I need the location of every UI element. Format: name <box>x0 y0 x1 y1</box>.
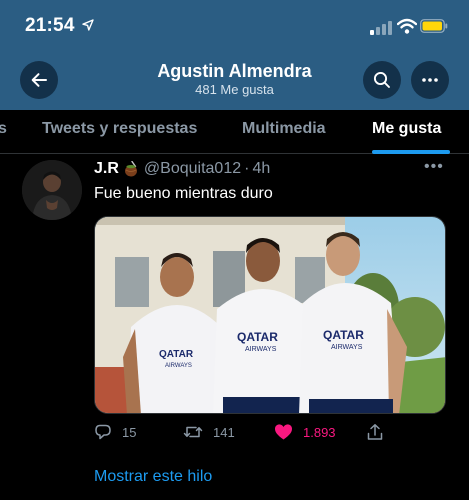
more-options-button[interactable] <box>411 61 449 99</box>
battery-icon <box>420 19 448 33</box>
show-thread-link[interactable]: Mostrar este hilo <box>94 468 212 486</box>
tweet-timestamp[interactable]: 4h <box>252 160 270 178</box>
retweet-icon <box>183 426 203 438</box>
profile-tabs: s Tweets y respuestas Multimedia Me gust… <box>0 110 469 154</box>
wifi-icon <box>397 18 417 34</box>
avatar-image <box>22 160 82 220</box>
retweet-button[interactable]: 141 <box>183 423 235 441</box>
photo-image: QATAR AIRWAYS QATAR AIRWAYS QATAR AIRWAY… <box>95 217 445 413</box>
location-arrow-icon <box>82 19 94 31</box>
avatar[interactable] <box>22 160 82 220</box>
share-icon <box>367 424 383 440</box>
shirt-sponsor-right: QATAR <box>323 328 364 342</box>
like-button[interactable]: 1.893 <box>274 423 336 441</box>
status-bar: 21:54 <box>0 0 469 52</box>
active-tab-indicator <box>372 150 450 154</box>
author-handle: @Boquita012 <box>143 160 242 177</box>
tweet-text: Fue bueno mientras duro <box>94 185 273 202</box>
like-count: 1.893 <box>303 424 336 440</box>
shirt-sponsor-middle: QATAR <box>237 330 278 344</box>
tweet-photo[interactable]: QATAR AIRWAYS QATAR AIRWAYS QATAR AIRWAY… <box>94 216 446 414</box>
more-icon <box>422 78 438 82</box>
reply-button[interactable]: 15 <box>94 423 136 441</box>
clock: 21:54 <box>25 15 75 36</box>
tab-multimedia[interactable]: Multimedia <box>242 120 326 138</box>
tweet-author-line: J.R @Boquita012 · 4h <box>94 158 270 180</box>
retweet-count: 141 <box>213 424 235 440</box>
shirt-sponsor-sub-left: AIRWAYS <box>165 363 192 369</box>
heart-icon <box>275 424 292 440</box>
reply-count: 15 <box>122 424 137 440</box>
mate-emoji-icon <box>124 161 137 177</box>
reply-icon <box>95 424 111 440</box>
separator-dot: · <box>244 160 250 177</box>
profile-header: 21:54 Agustin Almendra 481 Me gusta <box>0 0 469 110</box>
share-button[interactable] <box>366 423 384 441</box>
search-icon <box>373 71 390 88</box>
tab-me-gusta[interactable]: Me gusta <box>372 120 441 138</box>
search-button[interactable] <box>363 61 401 99</box>
shirt-sponsor-sub-middle: AIRWAYS <box>245 346 277 353</box>
tweet-actions: 15 141 1.893 <box>94 423 446 445</box>
author-name[interactable]: J.R <box>94 160 119 178</box>
tweet-more-icon[interactable]: ••• <box>424 158 444 176</box>
shirt-sponsor-sub-right: AIRWAYS <box>331 344 363 351</box>
tab-tweets-y-respuestas[interactable]: Tweets y respuestas <box>42 120 197 138</box>
tab-tweets[interactable]: s <box>0 120 7 138</box>
shirt-sponsor-left: QATAR <box>159 349 194 360</box>
cellular-signal-icon <box>370 21 392 35</box>
